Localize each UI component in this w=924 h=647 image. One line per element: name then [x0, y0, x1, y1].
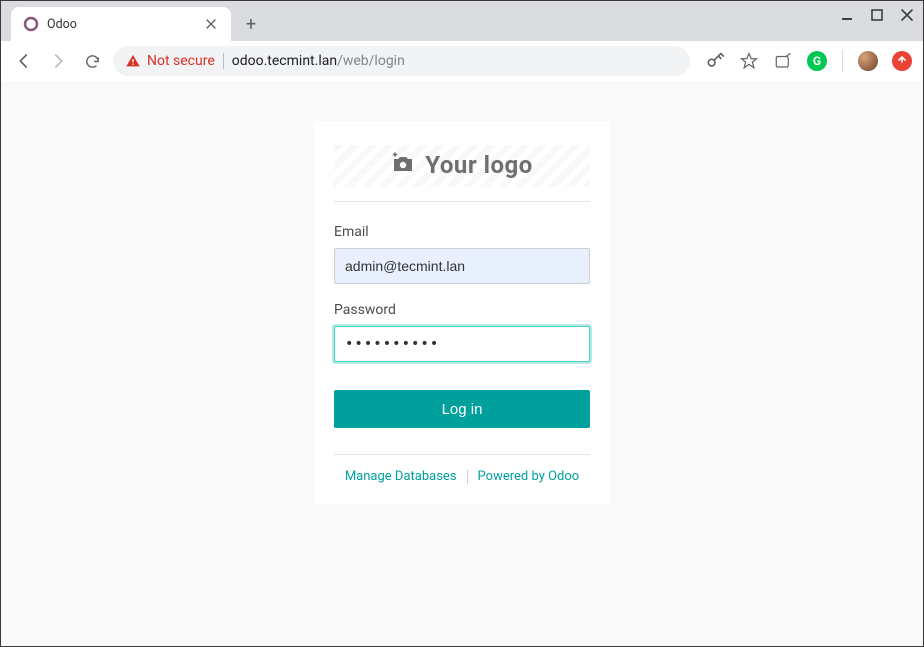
- warning-icon: [125, 53, 141, 69]
- extension-icon[interactable]: [772, 50, 794, 72]
- browser-toolbar: Not secure odoo.tecmint.lan/web/login G: [1, 41, 923, 81]
- email-field[interactable]: [334, 248, 590, 284]
- divider: [334, 454, 590, 455]
- close-window-button[interactable]: [899, 7, 915, 23]
- url-text: odoo.tecmint.lan/web/login: [232, 53, 405, 69]
- toolbar-icons: G: [698, 50, 913, 72]
- favicon-icon: [23, 16, 39, 32]
- back-button[interactable]: [11, 48, 37, 74]
- powered-by-link[interactable]: Powered by Odoo: [478, 469, 580, 484]
- security-indicator[interactable]: Not secure: [125, 53, 215, 69]
- maximize-button[interactable]: [869, 7, 885, 23]
- email-label: Email: [334, 224, 590, 240]
- password-label: Password: [334, 302, 590, 318]
- close-tab-button[interactable]: [203, 16, 219, 32]
- new-tab-button[interactable]: +: [237, 10, 265, 38]
- tab-title: Odoo: [47, 17, 195, 32]
- login-card: Your logo Email Password Log in Manage D…: [314, 121, 610, 504]
- url-path: /web/login: [337, 53, 405, 69]
- logo-area: Your logo: [334, 151, 590, 201]
- url-host: odoo.tecmint.lan: [232, 53, 337, 69]
- browser-chrome: Odoo + Not secure od: [1, 1, 923, 81]
- minimize-button[interactable]: [839, 7, 855, 23]
- menu-icon[interactable]: [891, 50, 913, 72]
- email-group: Email: [334, 224, 590, 284]
- tab-strip: Odoo +: [1, 1, 923, 41]
- grammarly-icon[interactable]: G: [806, 50, 828, 72]
- page-content: Your logo Email Password Log in Manage D…: [1, 81, 923, 646]
- password-group: Password: [334, 302, 590, 362]
- manage-databases-link[interactable]: Manage Databases: [345, 469, 457, 484]
- bookmark-star-icon[interactable]: [738, 50, 760, 72]
- security-label: Not secure: [147, 53, 215, 69]
- forward-button[interactable]: [45, 48, 71, 74]
- key-icon[interactable]: [704, 50, 726, 72]
- browser-tab[interactable]: Odoo: [11, 7, 231, 41]
- divider: [223, 53, 224, 69]
- toolbar-separator: [842, 50, 843, 72]
- profile-avatar[interactable]: [857, 50, 879, 72]
- login-button[interactable]: Log in: [334, 390, 590, 428]
- logo-text: Your logo: [425, 151, 533, 179]
- footer-separator: [467, 470, 468, 484]
- divider: [334, 201, 590, 202]
- address-bar[interactable]: Not secure odoo.tecmint.lan/web/login: [113, 46, 690, 76]
- reload-button[interactable]: [79, 48, 105, 74]
- footer-links: Manage Databases Powered by Odoo: [334, 469, 590, 484]
- camera-icon: [391, 152, 415, 178]
- window-controls: [839, 7, 915, 23]
- password-field[interactable]: [334, 326, 590, 362]
